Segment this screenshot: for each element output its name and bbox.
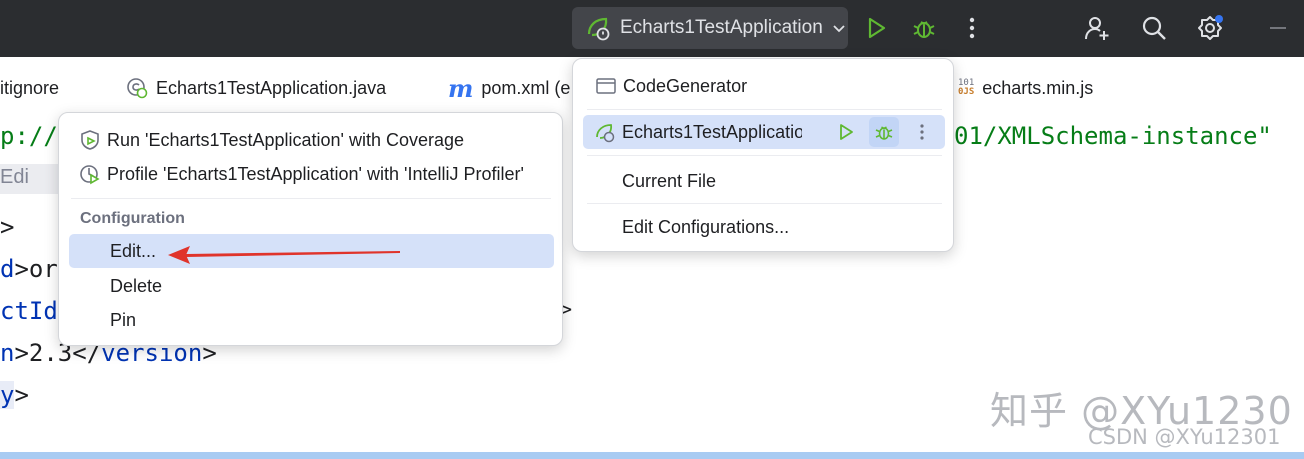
js-file-icon: 101 0JS xyxy=(958,78,975,97)
config-item-edit-configurations[interactable]: Edit Configurations... xyxy=(622,210,932,244)
tab-label: echarts.min.js xyxy=(982,77,1094,98)
spring-boot-icon xyxy=(596,124,615,143)
menu-separator xyxy=(587,203,942,204)
add-user-icon[interactable] xyxy=(1083,14,1111,42)
spring-class-icon xyxy=(127,78,148,99)
run-button[interactable] xyxy=(831,117,861,147)
menu-separator xyxy=(587,155,942,156)
menu-separator xyxy=(587,109,942,110)
tab-gitignore[interactable]: itignore xyxy=(0,75,59,101)
coverage-icon xyxy=(81,130,99,150)
maven-icon: m xyxy=(448,73,474,103)
config-row-actions xyxy=(823,115,937,149)
config-item-current-file[interactable]: Current File xyxy=(622,164,932,198)
annotation-arrow-icon xyxy=(168,246,400,264)
more-vertical-icon[interactable] xyxy=(958,14,986,42)
title-bar: Echarts1TestApplication xyxy=(0,0,1304,57)
profiler-icon xyxy=(80,165,100,185)
settings-icon[interactable] xyxy=(1196,14,1224,42)
code-line-1-tail: 01/XMLSchema-instance" xyxy=(954,122,1272,150)
menu-item-run-with-coverage[interactable]: Run 'Echarts1TestApplication' with Cover… xyxy=(79,123,549,157)
menu-item-label: Pin xyxy=(110,309,137,330)
code-line-4: d>or xyxy=(0,255,58,283)
tab-echarts-min-js[interactable]: 101 0JS echarts.min.js xyxy=(958,75,1093,101)
config-item-echarts1testapplication[interactable]: Echarts1TestApplicatio xyxy=(583,115,945,149)
menu-item-label: Edit... xyxy=(110,240,157,261)
more-actions-button[interactable] xyxy=(907,117,937,147)
tab-label: itignore xyxy=(0,77,60,98)
menu-item-pin[interactable]: Pin xyxy=(110,303,550,337)
menu-item-label: Run 'Echarts1TestApplication' with Cover… xyxy=(107,129,465,150)
menu-item-label: Delete xyxy=(110,275,163,296)
tab-label: Echarts1TestApplication.java xyxy=(156,77,387,98)
spring-boot-icon xyxy=(587,17,610,41)
menu-item-label: Profile 'Echarts1TestApplication' with '… xyxy=(107,163,524,184)
run-configuration-label: Echarts1TestApplication xyxy=(620,17,823,38)
debug-icon[interactable] xyxy=(910,14,938,42)
menu-item-delete[interactable]: Delete xyxy=(110,269,550,303)
minimize-icon[interactable] xyxy=(1264,14,1292,42)
config-item-label: Edit Configurations... xyxy=(622,216,790,237)
run-icon xyxy=(840,124,853,140)
config-item-label: CodeGenerator xyxy=(623,75,748,96)
config-item-label: Echarts1TestApplicatio xyxy=(622,121,802,142)
menu-separator xyxy=(71,198,551,199)
run-configurations-popup: CodeGenerator Echarts1TestApplicatio Cur… xyxy=(572,58,954,252)
code-line-5: ctId xyxy=(0,297,58,325)
more-vertical-icon xyxy=(920,124,924,140)
config-item-label: Current File xyxy=(622,170,717,191)
config-item-codegenerator[interactable]: CodeGenerator xyxy=(595,69,935,103)
tab-label: pom.xml (e xyxy=(481,77,571,98)
menu-item-profile[interactable]: Profile 'Echarts1TestApplication' with '… xyxy=(79,157,549,191)
application-icon xyxy=(596,78,616,94)
debug-icon xyxy=(875,126,893,140)
chevron-down-icon xyxy=(833,25,845,33)
watermark-csdn: CSDN @XYu12301 xyxy=(1088,425,1281,449)
breadcrumb-edit-label: Edi xyxy=(0,166,29,188)
tab-echarts1testapplication-java[interactable]: Echarts1TestApplication.java xyxy=(126,75,386,101)
code-line-1: p:// xyxy=(0,122,58,150)
status-strip xyxy=(0,452,1304,459)
code-line-3: > xyxy=(0,213,15,241)
search-icon[interactable] xyxy=(1140,14,1168,42)
code-line-7: y> xyxy=(0,381,29,409)
run-configuration-selector[interactable]: Echarts1TestApplication xyxy=(572,7,848,49)
debug-button[interactable] xyxy=(869,117,899,147)
tab-pom-xml[interactable]: m pom.xml (e xyxy=(448,73,571,103)
run-config-context-menu: Run 'Echarts1TestApplication' with Cover… xyxy=(58,112,563,346)
run-icon[interactable] xyxy=(862,14,890,42)
menu-section-heading: Configuration xyxy=(80,210,185,227)
